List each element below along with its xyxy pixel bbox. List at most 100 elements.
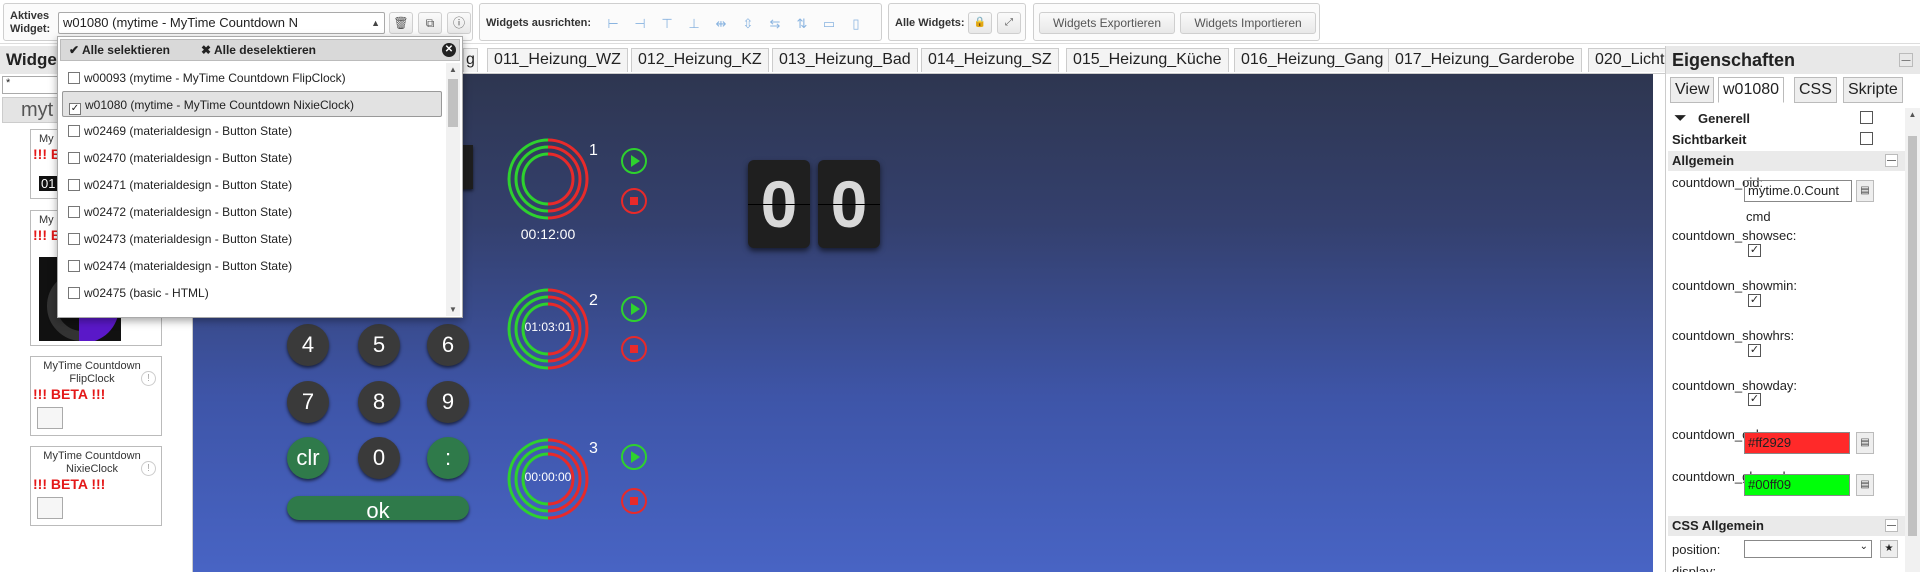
item-checkbox[interactable]	[68, 125, 80, 137]
copy-widget-button[interactable]: ⧉	[418, 12, 442, 34]
dropdown-item[interactable]: w02473 (materialdesign - Button State)	[62, 226, 442, 252]
collapse-icon[interactable]: —	[1885, 519, 1898, 532]
sichtbarkeit-checkbox[interactable]	[1860, 132, 1873, 145]
align-center-h-icon[interactable]: ⇹	[712, 15, 730, 33]
tab-view[interactable]: 013_Heizung_Bad	[772, 48, 918, 72]
item-checkbox[interactable]	[68, 260, 80, 272]
same-width-icon[interactable]: ▭	[820, 15, 838, 33]
item-checkbox[interactable]	[68, 72, 80, 84]
flip-digit[interactable]: 0	[748, 160, 810, 248]
keypad-button-7[interactable]: 7	[287, 381, 329, 423]
info-widget-button[interactable]: ⓘ	[447, 12, 471, 34]
item-checkbox[interactable]	[68, 287, 80, 299]
widget-card[interactable]: MyTime Countdown FlipClock ! !!! BETA !!…	[30, 356, 162, 436]
pin-icon[interactable]: ★	[1880, 540, 1898, 558]
dropdown-item[interactable]: w00093 (mytime - MyTime Countdown FlipCl…	[62, 65, 442, 91]
keypad-button-colon[interactable]: :	[427, 437, 469, 479]
dropdown-item[interactable]: w02471 (materialdesign - Button State)	[62, 172, 442, 198]
countdown-showhrs-checkbox[interactable]: ✓	[1748, 344, 1761, 357]
widget-card[interactable]: MyTime Countdown NixieClock ! !!! BETA !…	[30, 446, 162, 526]
align-bottom-icon[interactable]: ⊥	[685, 15, 703, 33]
collapse-icon[interactable]: —	[1885, 154, 1898, 167]
align-center-v-icon[interactable]: ⇳	[739, 15, 757, 33]
tab-view[interactable]: 012_Heizung_KZ	[631, 48, 769, 72]
dropdown-item-selected[interactable]: ✓ w01080 (mytime - MyTime Countdown Nixie…	[62, 91, 442, 117]
align-top-icon[interactable]: ⊤	[658, 15, 676, 33]
scroll-down-icon[interactable]: ▼	[446, 305, 460, 314]
tab-css[interactable]: CSS	[1794, 77, 1837, 103]
timer-stop-button[interactable]	[621, 188, 647, 214]
countdown-color-input[interactable]: #ff2929	[1744, 432, 1850, 454]
tab-view[interactable]: View	[1670, 77, 1715, 103]
timer-start-button[interactable]	[621, 444, 647, 470]
position-select[interactable]: ⌄	[1744, 540, 1872, 558]
scroll-up-icon[interactable]: ▲	[1905, 110, 1920, 119]
same-height-icon[interactable]: ▯	[847, 15, 865, 33]
item-checkbox[interactable]	[68, 206, 80, 218]
keypad-button-5[interactable]: 5	[358, 324, 400, 366]
tab-view[interactable]: 017_Heizung_Garderobe	[1388, 48, 1582, 72]
align-left-icon[interactable]: ⊢	[604, 15, 622, 33]
glowcolor-picker-button[interactable]: ▤	[1856, 474, 1874, 496]
tab-view[interactable]: 020_Licht	[1588, 48, 1672, 72]
oid-select-button[interactable]: ▤	[1856, 180, 1874, 202]
filter-icon[interactable]: ⏷	[1674, 110, 1687, 128]
color-picker-button[interactable]: ▤	[1856, 432, 1874, 454]
close-icon[interactable]: ✕	[442, 43, 456, 57]
countdown-ring[interactable]: 00:00:00	[507, 438, 589, 520]
info-icon[interactable]: !	[141, 461, 156, 476]
distribute-h-icon[interactable]: ⇆	[766, 15, 784, 33]
minimize-icon[interactable]: —	[1899, 53, 1913, 67]
countdown-ring[interactable]	[507, 138, 589, 220]
timer-start-button[interactable]	[621, 148, 647, 174]
keypad-ok-button[interactable]: ok	[287, 496, 469, 523]
scroll-thumb[interactable]	[1908, 136, 1917, 536]
tab-view[interactable]: 011_Heizung_WZ	[487, 48, 628, 72]
generell-checkbox[interactable]	[1860, 111, 1873, 124]
tab-widget[interactable]: w01080	[1718, 77, 1785, 103]
tab-view[interactable]: 016_Heizung_Gang	[1234, 48, 1391, 72]
info-icon[interactable]: !	[141, 371, 156, 386]
delete-widget-button[interactable]: 🗑	[389, 12, 413, 34]
item-checkbox[interactable]	[68, 233, 80, 245]
timer-stop-button[interactable]	[621, 488, 647, 514]
lock-all-button[interactable]: 🔒	[968, 12, 992, 34]
keypad-button-6[interactable]: 6	[427, 324, 469, 366]
dropdown-item[interactable]: w02472 (materialdesign - Button State)	[62, 199, 442, 225]
select-all-button[interactable]: ✔ Alle selektieren	[69, 40, 170, 60]
tab-view[interactable]: 014_Heizung_SZ	[921, 48, 1059, 72]
dropdown-scrollbar[interactable]: ▲ ▼	[446, 63, 460, 316]
keypad-button-4[interactable]: 4	[287, 324, 329, 366]
unlock-all-button[interactable]: ⤢	[997, 12, 1021, 34]
export-widgets-button[interactable]: Widgets Exportieren	[1039, 12, 1175, 34]
properties-scrollbar[interactable]: ▲	[1905, 108, 1920, 572]
item-checkbox[interactable]	[68, 179, 80, 191]
timer-start-button[interactable]	[621, 296, 647, 322]
keypad-button-0[interactable]: 0	[358, 437, 400, 479]
align-right-icon[interactable]: ⊣	[631, 15, 649, 33]
timer-stop-button[interactable]	[621, 336, 647, 362]
tab-scripts[interactable]: Skripte	[1843, 77, 1903, 103]
countdown-glowcolor-input[interactable]: #00ff09	[1744, 474, 1850, 496]
keypad-button-9[interactable]: 9	[427, 381, 469, 423]
dropdown-item[interactable]: w02470 (materialdesign - Button State)	[62, 145, 442, 171]
flip-digit[interactable]: 0	[818, 160, 880, 248]
countdown-oid-input[interactable]: mytime.0.Count	[1744, 180, 1852, 202]
item-checkbox[interactable]	[68, 152, 80, 164]
keypad-button-8[interactable]: 8	[358, 381, 400, 423]
countdown-showday-checkbox[interactable]: ✓	[1748, 393, 1761, 406]
tab-partial[interactable]: g	[463, 48, 478, 72]
import-widgets-button[interactable]: Widgets Importieren	[1180, 12, 1316, 34]
dropdown-item[interactable]: w02475 (basic - HTML)	[62, 280, 442, 306]
countdown-ring[interactable]: 01:03:01	[507, 288, 589, 370]
active-widget-select[interactable]: w01080 (mytime - MyTime Countdown N ▲▼	[58, 12, 385, 34]
dropdown-item[interactable]: w02474 (materialdesign - Button State)	[62, 253, 442, 279]
section-allgemein[interactable]: Allgemein —	[1668, 151, 1908, 171]
countdown-showsec-checkbox[interactable]: ✓	[1748, 244, 1761, 257]
scroll-up-icon[interactable]: ▲	[446, 65, 460, 74]
distribute-v-icon[interactable]: ⇅	[793, 15, 811, 33]
keypad-button-clear[interactable]: clr	[287, 437, 329, 479]
dropdown-item[interactable]: w02469 (materialdesign - Button State)	[62, 118, 442, 144]
scroll-thumb[interactable]	[448, 79, 458, 127]
deselect-all-button[interactable]: ✖ Alle deselektieren	[201, 40, 316, 60]
